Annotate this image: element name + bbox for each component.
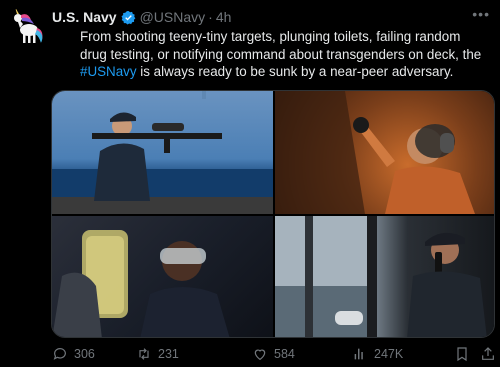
display-name[interactable]: U.S. Navy: [52, 9, 117, 25]
bookmark-button[interactable]: [454, 346, 470, 362]
share-button[interactable]: [480, 346, 496, 362]
retweet-count: 231: [158, 347, 179, 361]
tweet-header: U.S. Navy @USNavy · 4h: [52, 9, 231, 25]
media-grid: [51, 90, 495, 338]
photo-sailor-headset[interactable]: [275, 91, 494, 214]
tweet-text-part1: From shooting teeny-tiny targets, plungi…: [80, 29, 482, 62]
more-options-icon[interactable]: •••: [472, 6, 490, 22]
verified-badge-icon[interactable]: [121, 10, 136, 25]
separator-dot: ·: [208, 9, 213, 25]
share-icon: [482, 347, 494, 360]
views-count: 247K: [374, 347, 404, 361]
avatar[interactable]: [6, 6, 48, 48]
tweet-text-part2: is always ready to be sunk by a near-pee…: [136, 64, 454, 79]
photo-sailor-rifle[interactable]: [52, 91, 273, 214]
photo-sailor-radio-bridge[interactable]: [275, 216, 494, 337]
handle[interactable]: @USNavy: [140, 9, 206, 25]
tweet[interactable]: U.S. Navy @USNavy · 4h ••• From shooting…: [0, 0, 500, 367]
like-count: 584: [274, 347, 295, 361]
reply-button[interactable]: 306: [52, 346, 95, 362]
action-bar: 306 231 584 247K: [50, 346, 495, 366]
photo-sailor-goggles-sample[interactable]: [52, 216, 273, 337]
reply-icon: [53, 348, 66, 360]
like-button[interactable]: 584: [252, 346, 295, 362]
tweet-text: From shooting teeny-tiny targets, plungi…: [80, 28, 490, 81]
reply-count: 306: [74, 347, 95, 361]
heart-icon: [254, 349, 266, 361]
views-button[interactable]: 247K: [352, 346, 403, 362]
retweet-button[interactable]: 231: [136, 346, 179, 362]
timestamp[interactable]: 4h: [216, 9, 232, 25]
views-icon: [354, 348, 363, 360]
bookmark-icon: [457, 347, 467, 362]
retweet-icon: [139, 348, 149, 360]
unicorn-icon: [14, 7, 43, 43]
hashtag-link[interactable]: #USNavy: [80, 64, 137, 79]
